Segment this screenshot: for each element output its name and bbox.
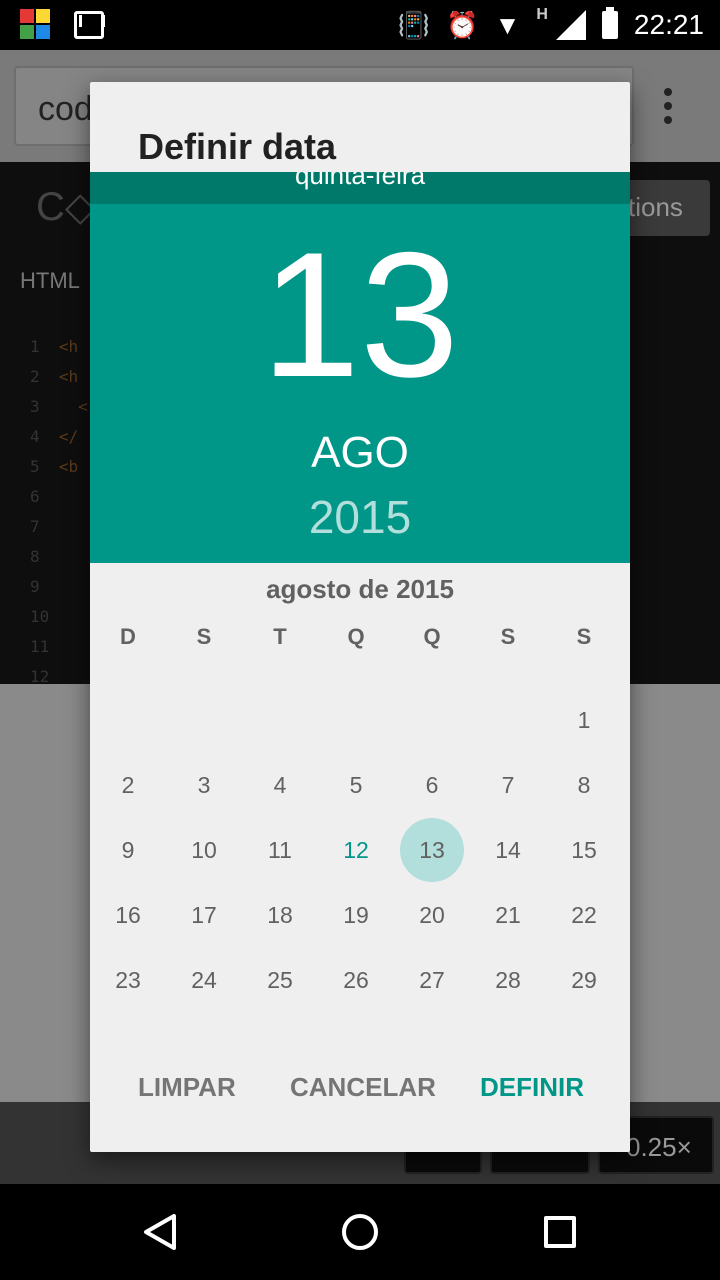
calendar-day[interactable]: 8 xyxy=(546,753,622,817)
clock: 22:21 xyxy=(633,9,704,40)
weekday-header: T xyxy=(273,624,287,649)
calendar-day[interactable]: 9 xyxy=(90,818,166,882)
weekday-header: Q xyxy=(423,624,441,649)
calendar-day[interactable]: 6 xyxy=(394,753,470,817)
wifi-icon: ▼ xyxy=(494,10,521,40)
weekday-header: Q xyxy=(347,624,365,649)
weekday-header: S xyxy=(576,624,592,649)
back-icon[interactable] xyxy=(142,1214,178,1250)
alarm-icon: ⏰ xyxy=(446,10,479,40)
avg-antivirus-icon xyxy=(20,9,52,41)
calendar-day-selected[interactable]: 13 xyxy=(394,818,470,882)
date-picker-dialog: Definir data quinta-feira 13 AGO 2015 ag… xyxy=(90,82,630,1152)
weekday-bar: quinta-feira xyxy=(90,172,630,204)
gmail-icon xyxy=(74,11,105,39)
calendar-day[interactable]: 20 xyxy=(394,883,470,947)
calendar-day[interactable]: 15 xyxy=(546,818,622,882)
calendar-day[interactable]: 23 xyxy=(90,948,166,1012)
cancel-button[interactable]: CANCELAR xyxy=(290,1072,436,1103)
calendar-day[interactable]: 27 xyxy=(394,948,470,1012)
calendar-day[interactable]: 2 xyxy=(90,753,166,817)
clear-button[interactable]: LIMPAR xyxy=(138,1072,236,1103)
calendar-day[interactable]: 24 xyxy=(166,948,242,1012)
home-icon[interactable] xyxy=(342,1214,378,1250)
recent-apps-icon[interactable] xyxy=(544,1216,576,1248)
calendar-month-title: agosto de 2015 xyxy=(266,574,454,604)
status-bar: 📳 ⏰ ▼ H 22:21 xyxy=(0,0,720,50)
code-lines: 1 <h 2 <h 3 < 4 </ 5 <b 6 7 8 9 10 11 12 xyxy=(30,337,88,686)
selected-weekday: quinta-feira xyxy=(294,172,426,190)
calendar-day[interactable]: 16 xyxy=(90,883,166,947)
calendar-day[interactable]: 11 xyxy=(242,818,318,882)
network-type-label: H xyxy=(536,6,548,23)
dialog-title: Definir data xyxy=(138,126,337,167)
date-header: quinta-feira 13 AGO 2015 xyxy=(90,172,630,563)
calendar-day[interactable]: 12 xyxy=(318,818,394,882)
calendar-day[interactable]: 3 xyxy=(166,753,242,817)
dialog-actions: LIMPAR CANCELAR DEFINIR xyxy=(90,1060,630,1120)
calendar-day[interactable]: 7 xyxy=(470,753,546,817)
calendar-day[interactable]: 29 xyxy=(546,948,622,1012)
signal-icon xyxy=(555,10,586,40)
calendar-day[interactable]: 21 xyxy=(470,883,546,947)
selected-day[interactable]: 13 xyxy=(90,226,630,404)
editor-tab-html: HTML xyxy=(20,268,80,293)
calendar-day[interactable]: 18 xyxy=(242,883,318,947)
selected-year[interactable]: 2015 xyxy=(90,490,630,544)
overflow-menu-icon xyxy=(664,88,672,130)
calendar-day[interactable]: 4 xyxy=(242,753,318,817)
calendar-day[interactable]: 28 xyxy=(470,948,546,1012)
calendar-day[interactable]: 1 xyxy=(546,688,622,752)
calendar-day[interactable]: 26 xyxy=(318,948,394,1012)
weekday-header: S xyxy=(500,624,516,649)
calendar-day[interactable]: 5 xyxy=(318,753,394,817)
calendar-day[interactable]: 25 xyxy=(242,948,318,1012)
url-text: cod xyxy=(38,90,93,128)
calendar-grid: D S T Q Q S S 1 2 3 4 5 6 7 8 9 10 11 12 13 14 15 16 17 1… xyxy=(90,620,630,1026)
weekday-header: D xyxy=(120,624,136,649)
calendar-day[interactable]: 31 xyxy=(166,1013,242,1026)
weekday-header: S xyxy=(196,624,212,649)
calendar-day[interactable]: 30 xyxy=(90,1013,166,1026)
vibrate-icon: 📳 xyxy=(397,10,431,40)
calendar-day[interactable]: 17 xyxy=(166,883,242,947)
navigation-bar xyxy=(0,1184,720,1280)
calendar-day[interactable]: 19 xyxy=(318,883,394,947)
selected-month[interactable]: AGO xyxy=(90,428,630,478)
calendar-day[interactable]: 10 xyxy=(166,818,242,882)
set-button[interactable]: DEFINIR xyxy=(480,1072,584,1103)
battery-icon xyxy=(601,7,618,39)
calendar-day[interactable]: 22 xyxy=(546,883,622,947)
calendar-day[interactable]: 14 xyxy=(470,818,546,882)
app-logo-icon: C◇ xyxy=(36,185,96,229)
